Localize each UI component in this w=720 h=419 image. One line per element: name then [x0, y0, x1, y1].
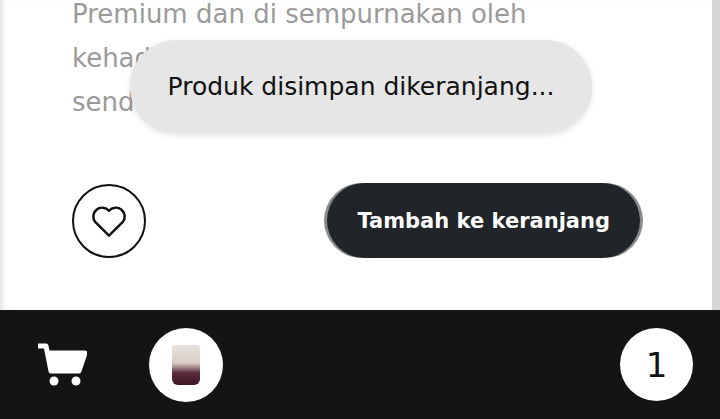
- description-line: Premium dan di sempurnakan oleh: [72, 0, 640, 36]
- product-actions: Tambah ke keranjang: [72, 183, 640, 258]
- cart-bar: 1: [0, 310, 720, 419]
- cart-icon[interactable]: [37, 342, 87, 388]
- product-photo: [172, 345, 200, 385]
- cart-count-badge[interactable]: 1: [620, 328, 693, 401]
- heart-icon: [90, 204, 128, 238]
- favorite-button[interactable]: [72, 184, 146, 258]
- toast-message: Produk disimpan dikeranjang...: [130, 40, 592, 133]
- add-to-cart-button[interactable]: Tambah ke keranjang: [327, 183, 640, 258]
- cart-item-thumbnail[interactable]: [149, 328, 223, 402]
